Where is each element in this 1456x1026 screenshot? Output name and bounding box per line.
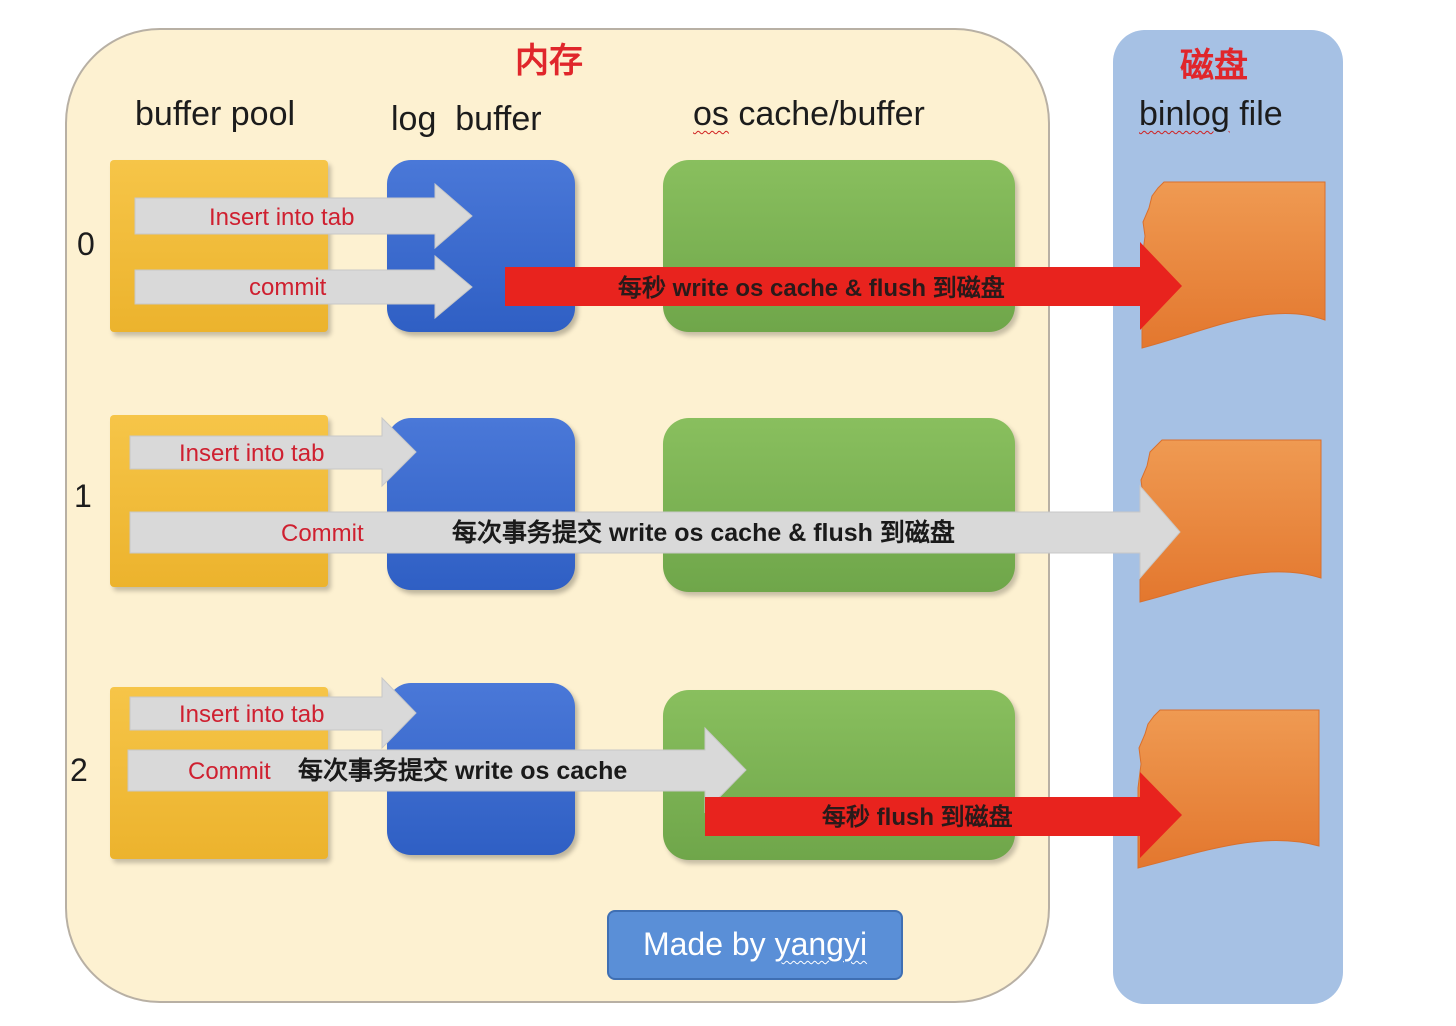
credit-prefix: Made by — [642, 926, 775, 962]
binlog-file-2 — [1137, 709, 1320, 869]
action-label-1: 每次事务提交 write os cache & flush 到磁盘 — [452, 518, 955, 547]
insert-label-1: Insert into tab — [179, 440, 324, 467]
flush-label-0: 每秒 write os cache & flush 到磁盘 — [618, 274, 1005, 302]
commit-label-2: Commit — [188, 758, 271, 785]
binlog-file-0 — [1141, 181, 1326, 349]
commit-label-1: Commit — [281, 520, 364, 547]
commit-label-0: commit — [249, 274, 327, 301]
flow-arrows: Insert into tab commit 每秒 write os cache… — [127, 181, 1326, 869]
credit-box: Made by yangyi — [607, 910, 903, 980]
insert-label-2: Insert into tab — [179, 701, 324, 728]
action-label-2: 每次事务提交 write os cache — [298, 756, 627, 785]
credit-author: yangyi — [774, 926, 868, 962]
flush-label-2: 每秒 flush 到磁盘 — [822, 803, 1013, 831]
insert-label-0: Insert into tab — [209, 204, 354, 231]
